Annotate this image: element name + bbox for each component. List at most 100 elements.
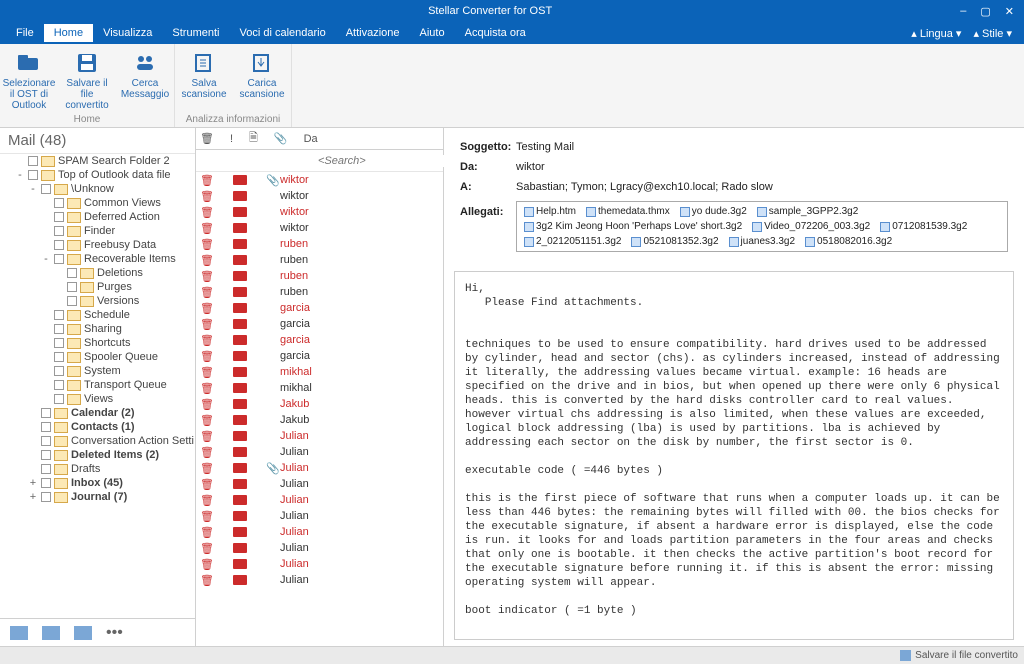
delete-icon[interactable]: 🗑 — [200, 414, 214, 427]
menu-tab-acquista ora[interactable]: Acquista ora — [455, 24, 536, 42]
col-doc-icon[interactable]: 🗎 — [249, 129, 258, 148]
attachment-item[interactable]: themedata.thmx — [583, 206, 673, 217]
tree-checkbox[interactable] — [41, 408, 51, 418]
tree-checkbox[interactable] — [41, 436, 51, 446]
tree-item[interactable]: Spooler Queue — [2, 350, 195, 364]
tree-item[interactable]: SPAM Search Folder 2 — [2, 154, 195, 168]
attachment-item[interactable]: Video_072206_003.3g2 — [749, 221, 873, 232]
message-row[interactable]: 🗑Jakub — [196, 396, 443, 412]
delete-icon[interactable]: 🗑 — [200, 430, 214, 443]
tree-checkbox[interactable] — [54, 380, 64, 390]
tree-checkbox[interactable] — [54, 254, 64, 264]
load-scan-button[interactable]: Carica scansione — [233, 48, 291, 100]
tree-item[interactable]: Common Views — [2, 196, 195, 210]
expand-icon[interactable]: + — [28, 477, 38, 489]
delete-icon[interactable]: 🗑 — [200, 366, 214, 379]
message-row[interactable]: 🗑mikhal — [196, 364, 443, 380]
col-delete-icon[interactable]: 🗑 — [200, 132, 214, 145]
expand-icon[interactable]: + — [28, 491, 38, 503]
save-icon[interactable] — [900, 650, 911, 661]
menu-tab-strumenti[interactable]: Strumenti — [162, 24, 229, 42]
message-row[interactable]: 🗑Julian — [196, 556, 443, 572]
message-row[interactable]: 🗑wiktor — [196, 188, 443, 204]
tree-item[interactable]: Freebusy Data — [2, 238, 195, 252]
tree-checkbox[interactable] — [67, 268, 77, 278]
delete-icon[interactable]: 🗑 — [200, 510, 214, 523]
search-people-button[interactable]: Cerca Messaggio — [116, 48, 174, 111]
message-row[interactable]: 🗑garcia — [196, 316, 443, 332]
delete-icon[interactable]: 🗑 — [200, 462, 214, 475]
menu-tab-home[interactable]: Home — [44, 24, 93, 42]
tree-item[interactable]: Deletions — [2, 266, 195, 280]
save-scan-button[interactable]: Salva scansione — [175, 48, 233, 100]
tree-checkbox[interactable] — [54, 226, 64, 236]
message-row[interactable]: 🗑mikhal — [196, 380, 443, 396]
message-row[interactable]: 🗑garcia — [196, 348, 443, 364]
window-minimize-button[interactable]: – — [960, 5, 966, 18]
delete-icon[interactable]: 🗑 — [200, 494, 214, 507]
tree-checkbox[interactable] — [54, 366, 64, 376]
message-row[interactable]: 🗑ruben — [196, 284, 443, 300]
calendar-view-icon[interactable] — [42, 626, 60, 640]
attachment-item[interactable]: yo dude.3g2 — [677, 206, 750, 217]
tree-item[interactable]: Conversation Action Setti — [2, 434, 195, 448]
delete-icon[interactable]: 🗑 — [200, 254, 214, 267]
tree-checkbox[interactable] — [41, 422, 51, 432]
message-row[interactable]: 🗑Julian — [196, 524, 443, 540]
delete-icon[interactable]: 🗑 — [200, 558, 214, 571]
message-row[interactable]: 🗑Julian — [196, 492, 443, 508]
tree-item[interactable]: Views — [2, 392, 195, 406]
collapse-icon[interactable]: - — [41, 253, 51, 265]
tree-item[interactable]: Purges — [2, 280, 195, 294]
tree-item[interactable]: +Inbox (45) — [2, 476, 195, 490]
delete-icon[interactable]: 🗑 — [200, 318, 214, 331]
delete-icon[interactable]: 🗑 — [200, 174, 214, 187]
tree-checkbox[interactable] — [54, 394, 64, 404]
message-row[interactable]: 🗑Julian — [196, 444, 443, 460]
attachment-item[interactable]: Help.htm — [521, 206, 579, 217]
delete-icon[interactable]: 🗑 — [200, 222, 214, 235]
tree-checkbox[interactable] — [54, 310, 64, 320]
delete-icon[interactable]: 🗑 — [200, 286, 214, 299]
message-row[interactable]: 🗑wiktor — [196, 204, 443, 220]
save-button[interactable]: Salvare il file convertito — [58, 48, 116, 111]
window-close-button[interactable]: ✕ — [1005, 5, 1014, 18]
folder-outlook-button[interactable]: Selezionare il OST di Outlook — [0, 48, 58, 111]
tree-checkbox[interactable] — [54, 338, 64, 348]
window-maximize-button[interactable]: ▢ — [980, 5, 990, 18]
col-attach-icon[interactable]: 📎 — [274, 132, 288, 145]
message-row[interactable]: 🗑Julian — [196, 476, 443, 492]
tree-item[interactable]: Versions — [2, 294, 195, 308]
delete-icon[interactable]: 🗑 — [200, 206, 214, 219]
menu-tab-attivazione[interactable]: Attivazione — [336, 24, 410, 42]
tree-item[interactable]: -Top of Outlook data file — [2, 168, 195, 182]
tree-checkbox[interactable] — [54, 212, 64, 222]
status-label[interactable]: Salvare il file convertito — [915, 650, 1018, 661]
menu-tab-voci di calendario[interactable]: Voci di calendario — [229, 24, 335, 42]
message-row[interactable]: 🗑Julian — [196, 572, 443, 588]
tree-checkbox[interactable] — [41, 464, 51, 474]
attachment-item[interactable]: 0521081352.3g2 — [628, 236, 721, 247]
delete-icon[interactable]: 🗑 — [200, 270, 214, 283]
delete-icon[interactable]: 🗑 — [200, 398, 214, 411]
delete-icon[interactable]: 🗑 — [200, 446, 214, 459]
message-row[interactable]: 🗑📎Julian — [196, 460, 443, 476]
tree-checkbox[interactable] — [67, 282, 77, 292]
tree-item[interactable]: -Recoverable Items — [2, 252, 195, 266]
tree-checkbox[interactable] — [41, 478, 51, 488]
tree-checkbox[interactable] — [54, 352, 64, 362]
message-row[interactable]: 🗑ruben — [196, 252, 443, 268]
attachment-item[interactable]: sample_3GPP2.3g2 — [754, 206, 862, 217]
attachment-item[interactable]: juanes3.3g2 — [726, 236, 799, 247]
folder-tree[interactable]: SPAM Search Folder 2-Top of Outlook data… — [0, 154, 195, 618]
menu-right-stile[interactable]: ▴ Stile ▾ — [973, 27, 1012, 40]
tree-item[interactable]: Deferred Action — [2, 210, 195, 224]
attachment-item[interactable]: 3g2 Kim Jeong Hoon 'Perhaps Love' short.… — [521, 221, 745, 232]
tree-checkbox[interactable] — [54, 198, 64, 208]
delete-icon[interactable]: 🗑 — [200, 334, 214, 347]
delete-icon[interactable]: 🗑 — [200, 350, 214, 363]
more-views-button[interactable]: ••• — [106, 624, 123, 642]
message-row[interactable]: 🗑Julian — [196, 428, 443, 444]
message-row[interactable]: 🗑garcia — [196, 300, 443, 316]
menu-right-lingua[interactable]: ▴ Lingua ▾ — [911, 27, 961, 40]
